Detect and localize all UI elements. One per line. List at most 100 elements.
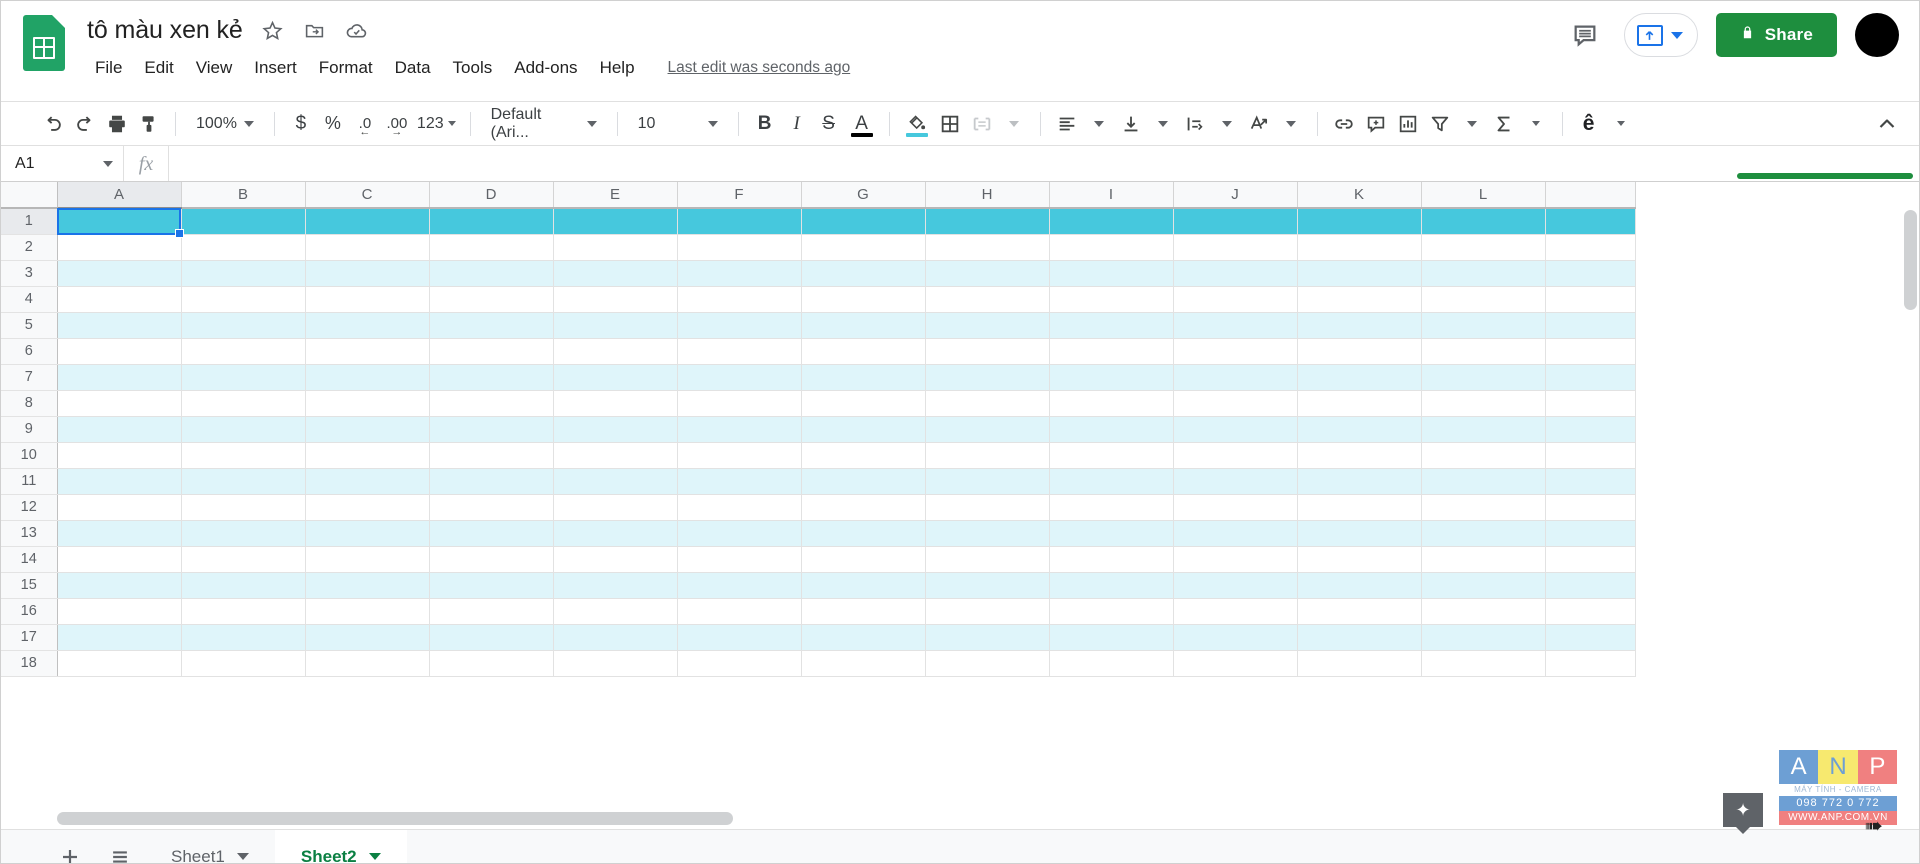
share-button[interactable]: Share: [1715, 13, 1837, 57]
cell-G2[interactable]: [801, 234, 926, 261]
menu-insert[interactable]: Insert: [243, 55, 308, 81]
cell-K18[interactable]: [1297, 650, 1422, 677]
cell-C16[interactable]: [305, 598, 430, 625]
cell-C14[interactable]: [305, 546, 430, 573]
cell-C10[interactable]: [305, 442, 430, 469]
borders-icon[interactable]: [934, 108, 966, 140]
cell-K13[interactable]: [1297, 520, 1422, 547]
cell-I4[interactable]: [1049, 286, 1174, 313]
cell-F10[interactable]: [677, 442, 802, 469]
row-header-13[interactable]: 13: [1, 520, 58, 547]
comment-history-icon[interactable]: [1564, 14, 1606, 56]
cell-B15[interactable]: [181, 572, 306, 599]
horizontal-scrollbar[interactable]: [57, 812, 1901, 825]
cell-I10[interactable]: [1049, 442, 1174, 469]
cell-H1[interactable]: [925, 208, 1050, 235]
cell-F6[interactable]: [677, 338, 802, 365]
cell-E13[interactable]: [553, 520, 678, 547]
cell-L10[interactable]: [1421, 442, 1546, 469]
cell-C2[interactable]: [305, 234, 430, 261]
percent-format-button[interactable]: %: [317, 108, 349, 140]
cell-H18[interactable]: [925, 650, 1050, 677]
row-header-6[interactable]: 6: [1, 338, 58, 365]
cell-M4[interactable]: [1545, 286, 1636, 313]
cell-F17[interactable]: [677, 624, 802, 651]
cell-K10[interactable]: [1297, 442, 1422, 469]
menu-edit[interactable]: Edit: [133, 55, 184, 81]
column-header-E[interactable]: E: [553, 182, 678, 209]
cell-K9[interactable]: [1297, 416, 1422, 443]
cell-H7[interactable]: [925, 364, 1050, 391]
cell-H2[interactable]: [925, 234, 1050, 261]
cell-L16[interactable]: [1421, 598, 1546, 625]
cell-A14[interactable]: [57, 546, 182, 573]
cell-E12[interactable]: [553, 494, 678, 521]
cell-D9[interactable]: [429, 416, 554, 443]
cell-K7[interactable]: [1297, 364, 1422, 391]
insert-chart-icon[interactable]: [1392, 108, 1424, 140]
column-header-J[interactable]: J: [1173, 182, 1298, 209]
row-header-18[interactable]: 18: [1, 650, 58, 677]
cell-D2[interactable]: [429, 234, 554, 261]
cell-I8[interactable]: [1049, 390, 1174, 417]
cell-K12[interactable]: [1297, 494, 1422, 521]
cell-B8[interactable]: [181, 390, 306, 417]
column-header-D[interactable]: D: [429, 182, 554, 209]
cell-I2[interactable]: [1049, 234, 1174, 261]
cell-G10[interactable]: [801, 442, 926, 469]
cell-F12[interactable]: [677, 494, 802, 521]
cell-A8[interactable]: [57, 390, 182, 417]
menu-data[interactable]: Data: [384, 55, 442, 81]
row-header-17[interactable]: 17: [1, 624, 58, 651]
cell-L9[interactable]: [1421, 416, 1546, 443]
cell-B17[interactable]: [181, 624, 306, 651]
cell-A2[interactable]: [57, 234, 182, 261]
move-to-folder-icon[interactable]: [303, 18, 327, 42]
cell-C8[interactable]: [305, 390, 430, 417]
cell-K15[interactable]: [1297, 572, 1422, 599]
all-sheets-icon[interactable]: [95, 830, 145, 863]
cell-E1[interactable]: [553, 208, 678, 235]
cell-A18[interactable]: [57, 650, 182, 677]
cell-G3[interactable]: [801, 260, 926, 287]
row-header-11[interactable]: 11: [1, 468, 58, 495]
cell-D16[interactable]: [429, 598, 554, 625]
cell-M10[interactable]: [1545, 442, 1636, 469]
cell-D11[interactable]: [429, 468, 554, 495]
cell-C1[interactable]: [305, 208, 430, 235]
cell-J10[interactable]: [1173, 442, 1298, 469]
present-button[interactable]: [1623, 13, 1698, 57]
cell-A16[interactable]: [57, 598, 182, 625]
name-box[interactable]: A1: [1, 146, 123, 181]
cell-E16[interactable]: [553, 598, 678, 625]
cell-M16[interactable]: [1545, 598, 1636, 625]
cell-K16[interactable]: [1297, 598, 1422, 625]
cell-A11[interactable]: [57, 468, 182, 495]
column-header-L[interactable]: L: [1421, 182, 1546, 209]
cell-D4[interactable]: [429, 286, 554, 313]
italic-button[interactable]: I: [781, 108, 813, 140]
cell-H14[interactable]: [925, 546, 1050, 573]
cell-J18[interactable]: [1173, 650, 1298, 677]
cell-B7[interactable]: [181, 364, 306, 391]
cell-G11[interactable]: [801, 468, 926, 495]
cell-F18[interactable]: [677, 650, 802, 677]
cell-M7[interactable]: [1545, 364, 1636, 391]
column-header-M[interactable]: [1545, 182, 1636, 209]
menu-add-ons[interactable]: Add-ons: [503, 55, 588, 81]
cell-E14[interactable]: [553, 546, 678, 573]
cell-M6[interactable]: [1545, 338, 1636, 365]
cell-J9[interactable]: [1173, 416, 1298, 443]
currency-format-button[interactable]: $: [285, 108, 317, 140]
horizontal-align-icon[interactable]: [1051, 108, 1083, 140]
cell-B13[interactable]: [181, 520, 306, 547]
cell-B10[interactable]: [181, 442, 306, 469]
cell-M1[interactable]: [1545, 208, 1636, 235]
cell-F4[interactable]: [677, 286, 802, 313]
text-rotation-dropdown[interactable]: [1275, 108, 1307, 140]
column-header-F[interactable]: F: [677, 182, 802, 209]
cell-D6[interactable]: [429, 338, 554, 365]
cloud-saved-icon[interactable]: [345, 18, 369, 42]
number-format-selector[interactable]: 123: [413, 108, 460, 140]
cell-D17[interactable]: [429, 624, 554, 651]
